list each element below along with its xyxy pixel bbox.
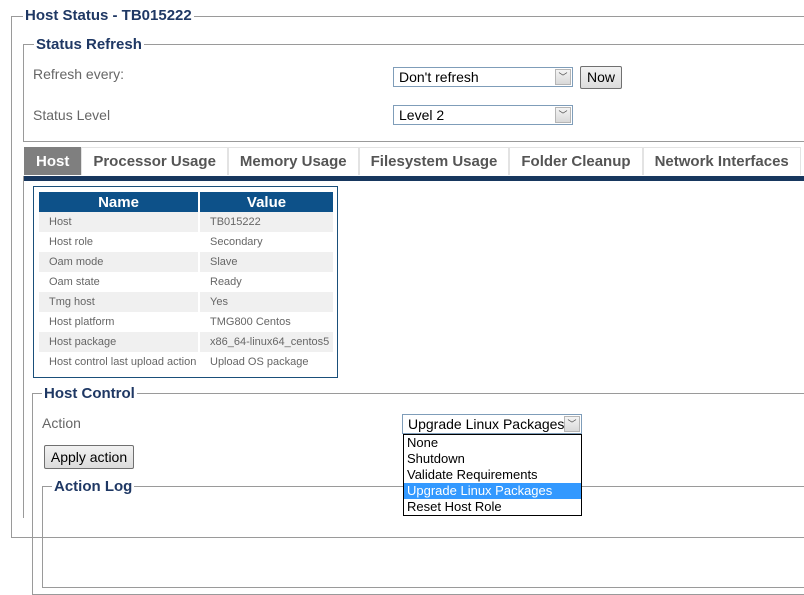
- action-select[interactable]: Upgrade Linux Packages ﹀: [402, 414, 582, 434]
- host-status-title: Host Status - TB015222: [23, 7, 194, 24]
- table-row: Host package x86_64-linux64_centos5: [39, 332, 333, 352]
- refresh-interval-value: Don't refresh: [399, 69, 479, 85]
- dropdown-option-reset-host-role[interactable]: Reset Host Role: [404, 499, 581, 515]
- table-row: Oam mode Slave: [39, 252, 333, 272]
- row-value: x86_64-linux64_centos5: [200, 332, 333, 352]
- column-header-value: Value: [200, 192, 333, 212]
- table-row: Host platform TMG800 Centos: [39, 312, 333, 332]
- table-row: Tmg host Yes: [39, 292, 333, 312]
- row-value: Slave: [200, 252, 333, 272]
- row-name: Host platform: [49, 316, 115, 328]
- row-name: Host package: [39, 332, 198, 352]
- chevron-down-icon[interactable]: ﹀: [555, 69, 571, 85]
- status-refresh-legend: Status Refresh: [34, 36, 144, 53]
- action-log-legend: Action Log: [52, 478, 135, 495]
- dropdown-option-upgrade-linux-packages[interactable]: Upgrade Linux Packages: [404, 483, 581, 499]
- row-value: Ready: [210, 276, 242, 288]
- status-level-label: Status Level: [33, 107, 111, 123]
- chevron-down-icon[interactable]: ﹀: [564, 416, 580, 432]
- action-select-value: Upgrade Linux Packages: [408, 416, 565, 432]
- tab-filesystem-usage[interactable]: Filesystem Usage: [358, 147, 510, 175]
- column-header-name: Name: [39, 192, 198, 212]
- refresh-interval-select[interactable]: Don't refresh ﹀: [393, 67, 573, 87]
- tab-panel-left-border: [23, 176, 24, 518]
- action-dropdown-list: None Shutdown Validate Requirements Upgr…: [403, 434, 582, 516]
- tab-memory-usage[interactable]: Memory Usage: [227, 147, 359, 175]
- row-value: Yes: [200, 292, 333, 312]
- row-name: Host role: [49, 236, 94, 248]
- tab-underline-bar: [24, 176, 804, 181]
- status-level-value: Level 2: [399, 107, 445, 123]
- status-refresh-fieldset: [23, 44, 804, 142]
- dropdown-option-shutdown[interactable]: Shutdown: [404, 451, 581, 467]
- table-row: Host control last upload action Upload OS…: [39, 352, 333, 372]
- dropdown-option-none[interactable]: None: [404, 435, 581, 451]
- table-row: Oam state Ready: [39, 272, 333, 292]
- tab-folder-cleanup[interactable]: Folder Cleanup: [509, 147, 643, 175]
- row-name: Oam state: [49, 276, 100, 288]
- tab-bar: Host Processor Usage Memory Usage Filesy…: [24, 147, 801, 176]
- dropdown-option-validate-requirements[interactable]: Validate Requirements: [404, 467, 581, 483]
- tab-host[interactable]: Host: [24, 147, 82, 175]
- table-row: Host TB015222: [39, 212, 333, 232]
- tab-network-interfaces[interactable]: Network Interfaces: [642, 147, 801, 175]
- refresh-every-label: Refresh every:: [33, 66, 125, 82]
- row-value: Secondary: [210, 236, 263, 248]
- status-level-select[interactable]: Level 2 ﹀: [393, 105, 573, 125]
- row-value: TB015222: [200, 212, 333, 232]
- host-info-table: Name Value Host TB015222 Host role Seconda…: [37, 192, 335, 372]
- row-value: TMG800 Centos: [210, 316, 291, 328]
- host-info-table-frame: Name Value Host TB015222 Host role Seconda…: [33, 186, 338, 378]
- action-label: Action: [42, 415, 81, 431]
- host-control-legend: Host Control: [42, 385, 137, 402]
- refresh-now-button[interactable]: Now: [580, 66, 622, 89]
- tab-processor-usage[interactable]: Processor Usage: [81, 147, 228, 175]
- row-name: Host control last upload action: [49, 356, 197, 368]
- table-row: Host role Secondary: [39, 232, 333, 252]
- apply-action-button[interactable]: Apply action: [44, 445, 134, 469]
- row-name: Tmg host: [39, 292, 198, 312]
- chevron-down-icon[interactable]: ﹀: [555, 107, 571, 123]
- row-value: Upload OS package: [210, 356, 309, 368]
- row-name: Host: [39, 212, 198, 232]
- row-name: Oam mode: [39, 252, 198, 272]
